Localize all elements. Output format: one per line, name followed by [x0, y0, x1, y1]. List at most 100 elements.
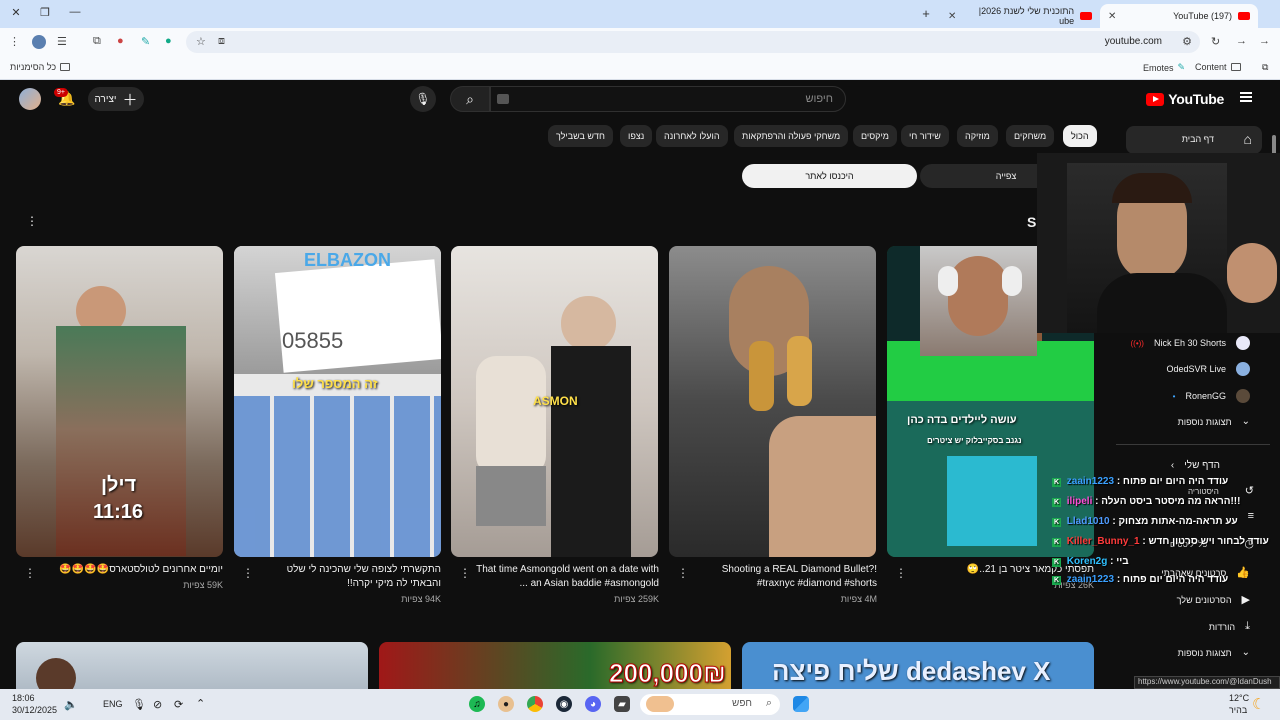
menu-dots-icon[interactable]: ⋮ — [9, 35, 20, 48]
short-title[interactable]: התקשרתי לצופה שלי שהכינה לי שלט והבאתי ל… — [258, 563, 441, 591]
sidebar-item-sub[interactable]: OdedSVR Live — [1166, 362, 1250, 376]
reading-list-icon[interactable]: ☰ — [57, 35, 67, 48]
keyboard-icon[interactable] — [497, 94, 509, 104]
chevron-down-icon: ⌄ — [1241, 647, 1250, 658]
install-app-icon[interactable]: ⧈ — [218, 35, 225, 48]
forward-icon[interactable]: → — [1236, 35, 1247, 47]
extension-icon[interactable]: ● — [165, 35, 172, 47]
spotify-icon[interactable]: ♫ — [469, 696, 485, 712]
hamburger-menu-icon[interactable] — [1240, 92, 1252, 102]
short-menu-icon[interactable]: ⋮ — [459, 566, 471, 580]
sidebar-item-sub[interactable]: Nick Eh 30 Shorts ((•)) — [1131, 336, 1250, 350]
network-icon[interactable]: ⊘ — [153, 698, 162, 711]
app-icon[interactable]: ● — [498, 696, 514, 712]
short-card[interactable] — [669, 246, 876, 557]
restore-window-icon[interactable]: ❐ — [37, 6, 53, 19]
close-tab-icon[interactable]: ✕ — [1108, 11, 1116, 22]
chip-live[interactable]: שידור חי — [901, 125, 949, 147]
chip-music[interactable]: מוזיקה — [957, 125, 998, 147]
short-menu-icon[interactable]: ⋮ — [24, 566, 36, 580]
short-card[interactable]: דילן 11:16 — [16, 246, 223, 557]
chip-action-games[interactable]: משחקי פעולה והרפתקאות — [734, 125, 849, 147]
profile-icon[interactable] — [32, 35, 46, 49]
sidebar-divider — [1116, 444, 1270, 445]
all-bookmarks-folder[interactable]: כל הסימניות — [10, 62, 71, 72]
weather-desc[interactable]: בהיר — [1229, 705, 1247, 715]
video-thumbnail[interactable]: dedashev X שליח פיצה — [742, 642, 1094, 689]
volume-icon[interactable]: 🔈 — [64, 698, 78, 711]
video-thumbnail[interactable] — [16, 642, 368, 689]
mic-icon[interactable]: 🎙 — [410, 86, 436, 112]
mic-tray-icon[interactable]: 🎙 — [132, 698, 146, 711]
sidebar-show-more[interactable]: ⌄ תצוגות נוספות — [1178, 647, 1250, 658]
shorts-menu-icon[interactable]: ⋮ — [26, 214, 38, 228]
avatar[interactable] — [19, 88, 41, 110]
chevron-up-icon[interactable]: ⌃ — [196, 697, 205, 710]
short-title[interactable]: That time Asmongold went on a date with … — [475, 563, 659, 591]
extension-icon[interactable]: ● — [117, 35, 124, 47]
sidebar-item-downloads[interactable]: ⤓ הורדות — [1209, 620, 1250, 633]
short-card[interactable]: ASMON — [451, 246, 658, 557]
playlists-icon[interactable]: ≡ — [1248, 510, 1254, 522]
weather-moon-icon[interactable]: ☾ — [1252, 695, 1265, 713]
reload-icon[interactable]: ↻ — [1211, 35, 1220, 48]
discord-icon[interactable]: ◕ — [585, 696, 601, 712]
chrome-icon[interactable] — [527, 696, 543, 712]
clock-date[interactable]: 30/12/2025 — [12, 705, 57, 715]
sidebar-item-label[interactable]: היסטוריה — [1188, 487, 1219, 496]
sidebar-scrollbar[interactable] — [1272, 135, 1276, 155]
short-title[interactable]: Shooting a REAL Diamond Bullet?! #traxny… — [693, 563, 877, 591]
short-title[interactable]: יומיים אחרונים לטולסטארס🤩🤩🤩🤩 — [40, 563, 223, 577]
chip-games[interactable]: משחקים — [1006, 125, 1055, 147]
back-icon[interactable]: → — [1259, 35, 1270, 47]
history-icon[interactable]: ↺ — [1245, 484, 1254, 497]
video-thumbnail[interactable]: 200,000₪ — [379, 642, 731, 689]
site-info-icon[interactable]: ⚙ — [1182, 35, 1192, 48]
sidebar-item-sub[interactable]: RonenGG • — [1173, 389, 1250, 403]
extensions-icon[interactable]: ⧉ — [93, 35, 101, 48]
chip-all[interactable]: הכול — [1063, 125, 1097, 147]
chat-text: עודד היה היום יום פתוח : — [1116, 476, 1229, 487]
chat-message: K ilipeli !!!הראה מה מיסטר ביסט העלה : — [1052, 496, 1240, 507]
close-tab-icon[interactable]: ✕ — [948, 11, 956, 22]
new-tab-icon[interactable]: + — [918, 6, 934, 21]
taskbar-search-input[interactable]: חפש ⌕ — [640, 694, 780, 715]
more-bookmarks-icon[interactable]: ⧉ — [1262, 62, 1268, 73]
app-icon[interactable]: ▰ — [614, 696, 630, 712]
link-status-bar: https://www.youtube.com/@IdanDush — [1134, 676, 1280, 689]
tab-active[interactable]: (197) YouTube ✕ — [1100, 4, 1258, 28]
short-menu-icon[interactable]: ⋮ — [895, 566, 907, 580]
youtube-logo[interactable]: YouTube — [1146, 91, 1224, 107]
clock-time[interactable]: 18:06 — [12, 693, 35, 703]
sidebar-show-more[interactable]: ⌄ תצוגות נוספות — [1178, 416, 1250, 427]
bookmark-star-icon[interactable]: ☆ — [196, 35, 206, 48]
chip-recent[interactable]: הועלו לאחרונה — [656, 125, 728, 147]
search-button[interactable]: ⌕ — [450, 86, 490, 112]
sidebar-you-header[interactable]: הדף שלי › — [1171, 460, 1220, 471]
tray-app-icon[interactable]: ⟳ — [174, 698, 183, 711]
bookmark-content[interactable]: Content — [1195, 62, 1241, 72]
bookmark-emotes[interactable]: Emotes ✎ — [1143, 62, 1185, 73]
windows-start-icon[interactable] — [793, 696, 809, 712]
close-window-icon[interactable]: ✕ — [8, 6, 24, 19]
chip-watched[interactable]: נצפו — [620, 125, 653, 147]
chip-mixes[interactable]: מיקסים — [853, 125, 897, 147]
create-button[interactable]: יצירה ＋ — [88, 87, 144, 111]
streamer-shirt — [1097, 273, 1227, 333]
short-menu-icon[interactable]: ⋮ — [677, 566, 689, 580]
weather-temp[interactable]: 12°C — [1229, 693, 1249, 703]
short-menu-icon[interactable]: ⋮ — [242, 566, 254, 580]
enter-site-button[interactable]: היכנסו לאתר — [742, 164, 917, 188]
steam-icon[interactable]: ◉ — [556, 696, 572, 712]
extension-icon[interactable]: ✎ — [141, 35, 150, 48]
sidebar-item-home[interactable]: דף הבית ⌂ — [1126, 126, 1262, 154]
search-input[interactable]: חיפוש — [490, 86, 846, 112]
omnibox[interactable]: ☆ ⧈ youtube.com ⚙ — [186, 31, 1200, 53]
chat-badge-icon: K — [1052, 478, 1061, 487]
minimize-window-icon[interactable]: — — [67, 6, 83, 18]
short-card[interactable]: ELBAZON 05855 זה המספר שלו — [234, 246, 441, 557]
language-indicator[interactable]: ENG — [103, 699, 123, 709]
sidebar-item-your-videos[interactable]: ▶ הסרטונים שלך — [1177, 593, 1250, 606]
tab-inactive[interactable]: התוכנית שלי לשנת 2026| ube ✕ — [940, 4, 1100, 28]
chip-new-for-you[interactable]: חדש בשבילך — [548, 125, 613, 147]
